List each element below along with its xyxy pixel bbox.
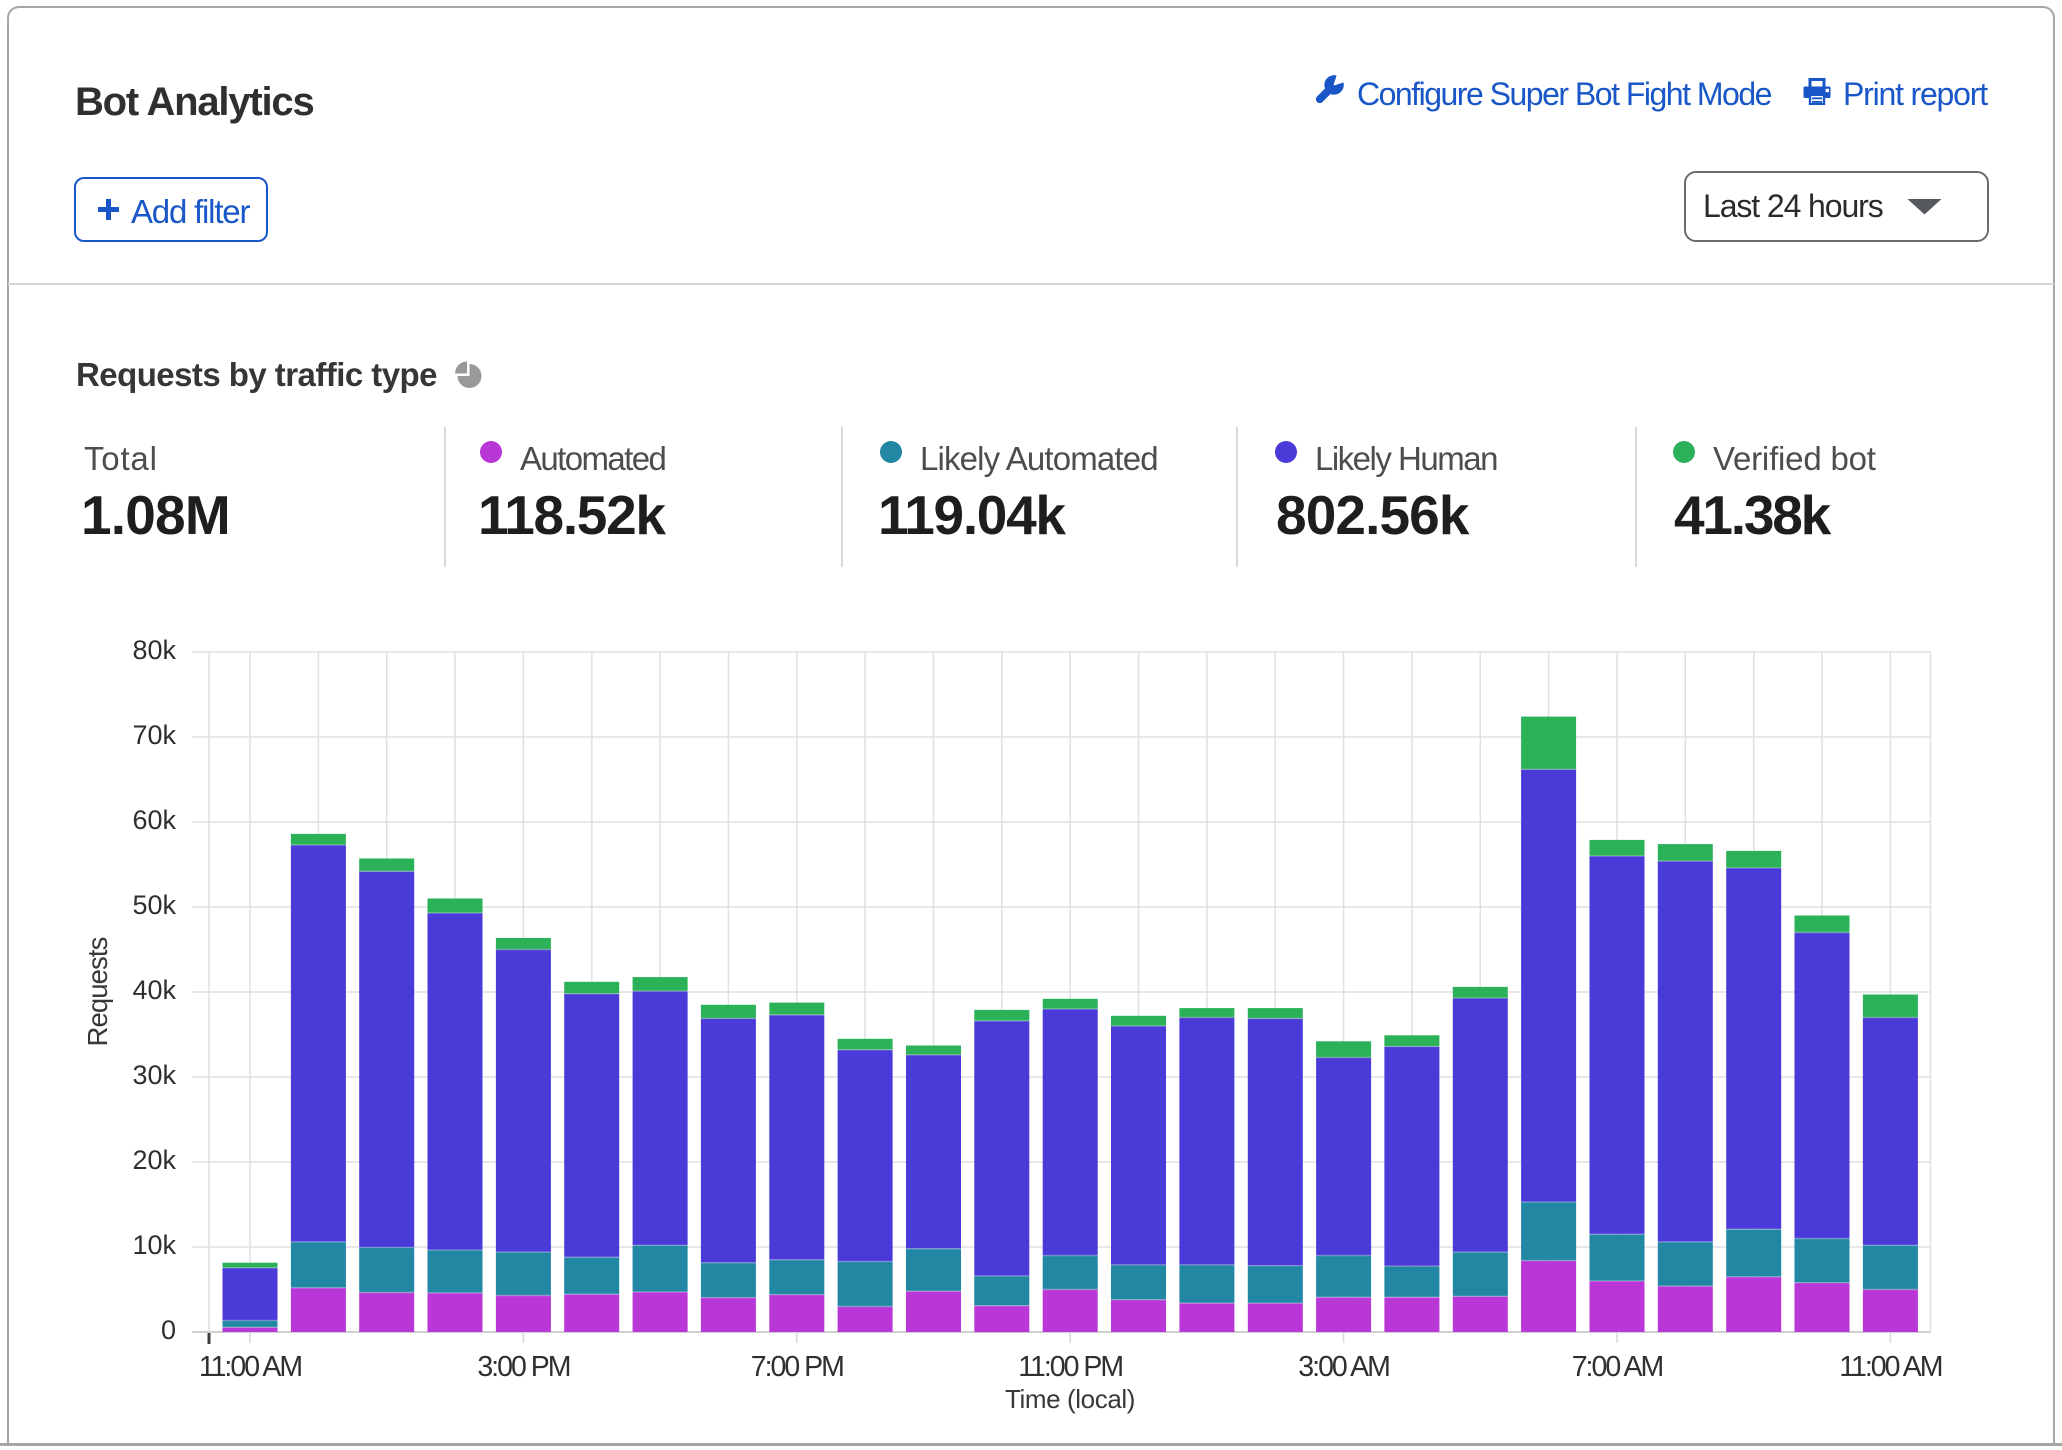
svg-text:30k: 30k (132, 1060, 176, 1090)
svg-text:3:00 PM: 3:00 PM (477, 1351, 569, 1383)
svg-text:40k: 40k (132, 975, 176, 1005)
svg-text:Time (local): Time (local) (1005, 1384, 1135, 1414)
svg-text:7:00 AM: 7:00 AM (1572, 1351, 1663, 1383)
svg-text:11:00 PM: 11:00 PM (1018, 1351, 1122, 1383)
svg-text:0: 0 (161, 1315, 176, 1345)
svg-text:10k: 10k (132, 1230, 176, 1260)
svg-text:Requests: Requests (82, 937, 113, 1046)
svg-text:60k: 60k (132, 805, 176, 835)
svg-text:70k: 70k (132, 720, 176, 750)
svg-text:11:00 AM: 11:00 AM (199, 1351, 302, 1383)
svg-text:80k: 80k (132, 635, 176, 665)
svg-text:11:00 AM: 11:00 AM (1839, 1351, 1942, 1383)
svg-text:50k: 50k (132, 890, 176, 920)
svg-text:7:00 PM: 7:00 PM (751, 1351, 843, 1383)
svg-text:3:00 AM: 3:00 AM (1298, 1351, 1389, 1383)
svg-text:20k: 20k (132, 1145, 176, 1175)
